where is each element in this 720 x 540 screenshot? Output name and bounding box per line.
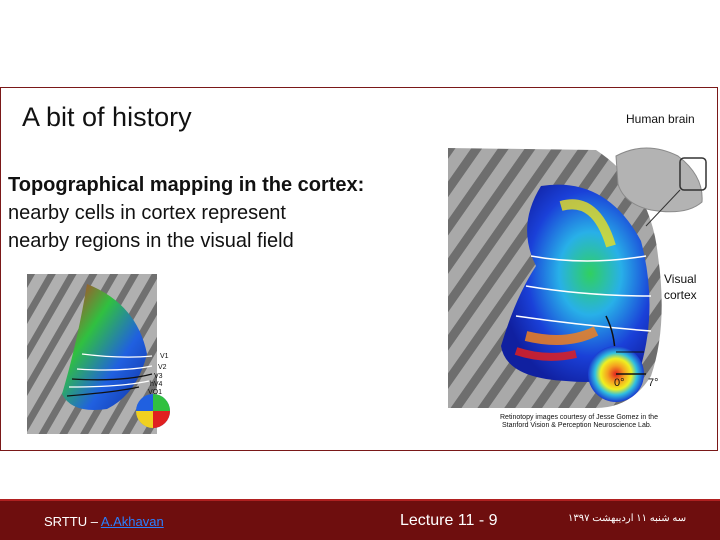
label-visual: Visual [664,272,697,286]
label-human-brain: Human brain [626,112,695,126]
label-cortex: cortex [664,288,697,302]
area-label-hv4: hV4 [150,381,163,388]
area-label-v3: V3 [154,373,163,380]
area-label-vo1: VO1 [148,389,163,396]
area-label-v2: V2 [158,364,167,371]
lecture-number: Lecture 11 - 9 [400,512,498,529]
credit-line-2: Stanford Vision & Perception Neuroscienc… [502,422,652,429]
footer-org-text: SRTTU – [44,514,101,529]
author-link[interactable]: A.Akhavan [101,514,164,529]
footer-date: ﺳﻪ ﺷﻨﺒﻪ ۱۱ ﺍﺭﺩیبهشت ۱۳۹۷ [568,513,687,524]
body-line-2: nearby regions in the visual field [8,230,294,252]
visual-areas-figure [27,274,170,434]
slide-title: A bit of history [22,102,192,132]
label-ecc-min: 0° [614,377,625,389]
label-ecc-max: 7° [648,377,659,389]
footer-org: SRTTU – A.Akhavan [44,514,164,529]
slide-subtitle: Topographical mapping in the cortex: [8,174,365,196]
area-label-v1: V1 [160,353,169,360]
credit-line-1: Retinotopy images courtesy of Jesse Gome… [500,414,658,421]
body-line-1: nearby cells in cortex represent [8,202,286,224]
